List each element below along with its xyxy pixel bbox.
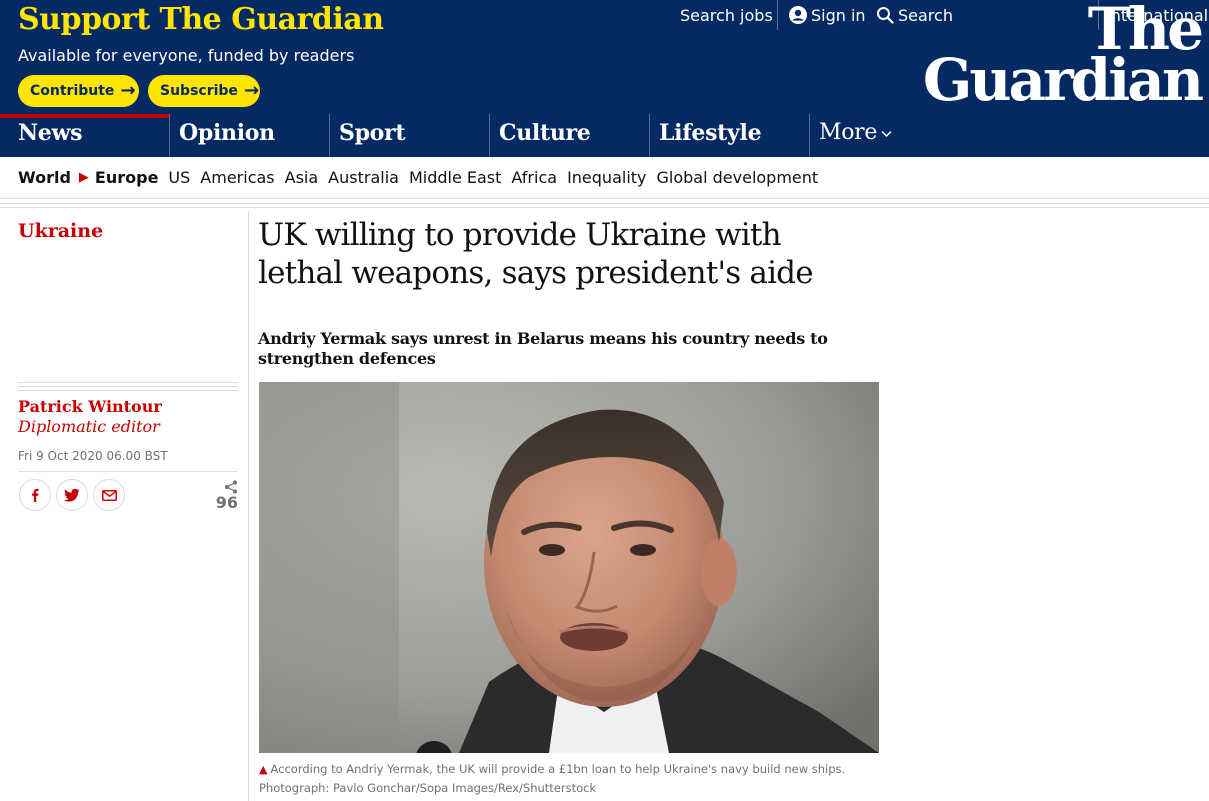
share-twitter-button[interactable] [56, 479, 88, 511]
divider [777, 0, 778, 30]
logo-line-2: Guardian [922, 46, 1204, 115]
triangle-icon: ▲ [259, 763, 268, 776]
sign-in-link[interactable]: Sign in [789, 4, 866, 26]
guardian-logo[interactable]: The Guardian [922, 0, 1204, 115]
user-icon [789, 6, 807, 24]
share-facebook-button[interactable] [19, 479, 51, 511]
column-divider [248, 211, 249, 801]
search-jobs-label: Search jobs [680, 5, 773, 25]
triangle-icon: ▶ [78, 170, 89, 185]
section-tag[interactable]: Ukraine [18, 220, 103, 242]
share-count: 96 [215, 493, 238, 512]
pillar-label: More [819, 120, 878, 145]
search-jobs-link[interactable]: Search jobs [680, 4, 773, 26]
subnav-world[interactable]: World [18, 168, 71, 187]
contribute-label: Contribute [30, 83, 115, 99]
pillar-culture[interactable]: Culture [489, 114, 649, 157]
share-email-button[interactable] [93, 479, 125, 511]
subnav-item-asia[interactable]: Asia [285, 168, 319, 187]
image-caption: ▲ According to Andriy Yermak, the UK will… [259, 760, 879, 797]
subnav-europe[interactable]: Europe [95, 168, 159, 187]
divider [18, 386, 238, 387]
twitter-icon [64, 488, 80, 502]
support-title: Support The Guardian [18, 2, 384, 37]
subscribe-button[interactable]: Subscribe → [148, 75, 260, 107]
subnav-item-inequality[interactable]: Inequality [567, 168, 646, 187]
caption-text: According to Andriy Yermak, the UK will … [259, 762, 846, 795]
subscribe-label: Subscribe [160, 83, 238, 99]
support-subtitle: Available for everyone, funded by reader… [18, 46, 355, 65]
subnav-item-australia[interactable]: Australia [328, 168, 399, 187]
article-main-image [259, 382, 879, 753]
subnav-item-africa[interactable]: Africa [511, 168, 557, 187]
pillar-sport[interactable]: Sport [329, 114, 489, 157]
pillar-opinion[interactable]: Opinion [169, 114, 329, 157]
author-role: Diplomatic editor [18, 417, 160, 436]
active-indicator [0, 114, 169, 118]
subnav-item-americas[interactable]: Americas [200, 168, 274, 187]
sign-in-label: Sign in [811, 5, 866, 25]
pillar-label: Lifestyle [659, 120, 762, 146]
arrow-right-icon: → [243, 80, 260, 101]
divider [18, 471, 238, 472]
pillar-label: Opinion [179, 120, 275, 146]
publish-date: Fri 9 Oct 2020 06.00 BST [18, 449, 168, 463]
article-headline: UK willing to provide Ukraine with letha… [258, 217, 814, 291]
divider [0, 207, 1209, 208]
pillar-label: News [18, 120, 83, 146]
divider [18, 382, 238, 383]
pillar-label: Sport [339, 120, 406, 146]
sub-nav: World ▶ Europe US Americas Asia Australi… [0, 157, 1209, 199]
article-standfirst: Andriy Yermak says unrest in Belarus mea… [258, 329, 828, 368]
pillar-nav: News Opinion Sport Culture Lifestyle Mor… [0, 114, 1209, 157]
email-icon [101, 489, 117, 501]
contribute-button[interactable]: Contribute → [18, 75, 139, 107]
pillar-label: Culture [499, 120, 591, 146]
pillar-more[interactable]: More [809, 114, 929, 157]
subnav-item-us[interactable]: US [168, 168, 190, 187]
pillar-news[interactable]: News [0, 114, 169, 157]
divider [18, 390, 238, 391]
masthead: Support The Guardian Available for every… [0, 0, 1209, 114]
subnav-item-global-development[interactable]: Global development [657, 168, 819, 187]
arrow-right-icon: → [120, 80, 136, 101]
author-name[interactable]: Patrick Wintour [18, 397, 162, 416]
chevron-down-icon [881, 130, 892, 138]
facebook-icon [32, 488, 39, 502]
portrait-photo [259, 382, 879, 753]
pillar-lifestyle[interactable]: Lifestyle [649, 114, 809, 157]
subnav-item-middle-east[interactable]: Middle East [409, 168, 501, 187]
search-icon [877, 7, 894, 24]
divider [0, 203, 1209, 204]
